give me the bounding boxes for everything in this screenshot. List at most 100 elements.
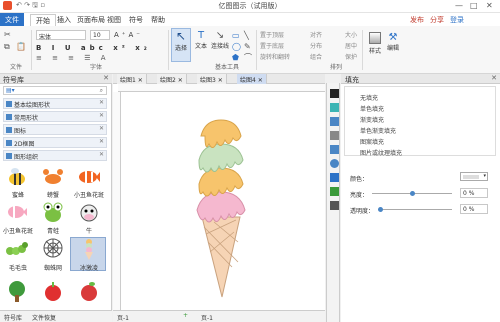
clownfish-icon[interactable] [6, 201, 28, 223]
login-button[interactable]: 登录 [450, 15, 464, 25]
fill-title: 填充 [345, 76, 359, 84]
close-icon[interactable]: ✕ [99, 99, 104, 106]
select-tool-button[interactable]: ↖ 选择 [171, 28, 191, 62]
protect-button[interactable]: 保护 [345, 52, 357, 61]
maximize-button[interactable]: □ [470, 1, 478, 10]
font-name-select[interactable]: 宋体 [36, 30, 86, 41]
align-button[interactable]: 对齐 [310, 30, 322, 39]
menu-view[interactable]: 视图 [102, 14, 126, 26]
close-icon[interactable]: ✕ [99, 151, 104, 158]
bee-icon[interactable] [6, 166, 28, 188]
fill-option-gradient[interactable]: 渐变填充 [360, 115, 384, 124]
add-page-icon[interactable]: + [183, 312, 188, 319]
slider-handle[interactable] [410, 191, 415, 196]
frog-icon[interactable] [42, 201, 64, 223]
properties-icon[interactable] [330, 173, 339, 182]
edit-button[interactable]: ⚒ 编辑 [385, 32, 401, 60]
apple-icon[interactable] [78, 280, 100, 302]
text-format-buttons[interactable]: B I U abc x² x₂ [36, 44, 151, 52]
cow-icon[interactable] [78, 201, 100, 223]
minimize-button[interactable]: — [455, 1, 463, 10]
line-tools[interactable]: ╲ ✎ ⌒ [244, 30, 252, 63]
shadow-icon[interactable] [330, 131, 339, 140]
rotate-flip-button[interactable]: 旋转和翻转 [260, 52, 290, 61]
apple-icon[interactable] [42, 280, 64, 302]
shape-tools[interactable]: ▭ ◯ ⬟ [232, 30, 241, 63]
fill-option-none[interactable]: 无填充 [360, 93, 378, 102]
brightness-slider[interactable] [372, 191, 452, 196]
image-icon[interactable] [330, 117, 339, 126]
close-icon[interactable]: ✕ [99, 112, 104, 119]
font-size-buttons[interactable]: A⁺A⁻ [114, 31, 143, 39]
copy-icon[interactable]: ⧉ [4, 42, 10, 52]
clownfish-icon[interactable] [78, 166, 100, 188]
fill-option-single-gradient[interactable]: 单色渐变填充 [360, 126, 396, 135]
fill-option-solid[interactable]: 单色填充 [360, 104, 384, 113]
tab-drawing-3[interactable]: 绘图3 ✕ [197, 74, 227, 84]
layer-icon[interactable] [330, 159, 339, 168]
transparency-slider[interactable] [378, 207, 452, 212]
text-tool-button[interactable]: T 文本 [193, 30, 209, 60]
drawing-page[interactable] [122, 92, 322, 310]
ice-cream-drawing[interactable] [122, 92, 322, 310]
close-icon[interactable]: ✕ [99, 125, 104, 132]
fill-close-icon[interactable]: ✕ [491, 74, 497, 82]
distribute-button[interactable]: 分布 [310, 41, 322, 50]
send-back-button[interactable]: 置于底层 [260, 41, 284, 50]
spiderweb-icon[interactable] [42, 237, 64, 259]
cut-icon[interactable]: ✂ [4, 30, 11, 39]
share-button[interactable]: 分享 [430, 15, 444, 25]
library-item[interactable]: 基本绘图形状 ✕ [3, 98, 107, 109]
library-search-input[interactable]: ▤▾ ⌕ [3, 86, 107, 95]
fill-icon[interactable] [330, 89, 339, 98]
crab-icon[interactable] [42, 166, 64, 188]
style-button[interactable]: 样式 [367, 32, 383, 60]
slider-handle[interactable] [378, 207, 383, 212]
tree-icon[interactable] [6, 280, 28, 302]
center-button[interactable]: 居中 [345, 41, 357, 50]
ice-cream-icon [85, 239, 93, 260]
color-picker[interactable]: ▾ [460, 172, 488, 181]
comment-icon[interactable] [330, 201, 339, 210]
page-selector[interactable]: 页-1 [117, 313, 129, 322]
ribbon-separator [256, 30, 257, 70]
tab-drawing-4[interactable]: 绘图4 ✕ [237, 74, 267, 84]
fill-option-pattern[interactable]: 图案填充 [360, 137, 384, 146]
data-icon[interactable] [330, 187, 339, 196]
file-menu-button[interactable]: 文件 [0, 13, 24, 26]
caterpillar-icon[interactable] [6, 237, 28, 259]
select-label: 选择 [174, 45, 187, 52]
tab-file-recovery[interactable]: 文件恢复 [32, 313, 56, 322]
font-size-select[interactable]: 10 [90, 30, 110, 40]
align-buttons[interactable]: ≡ ≡ ≡ ☰ A [36, 54, 110, 62]
library-item[interactable]: 图标 ✕ [3, 124, 107, 135]
library-item[interactable]: 常用形状 ✕ [3, 111, 107, 122]
horizontal-ruler [118, 84, 325, 92]
tab-drawing-2[interactable]: 绘图2 ✕ [157, 74, 187, 84]
symbol-label: 青蛙 [46, 228, 59, 235]
close-icon[interactable]: ✕ [99, 138, 104, 145]
line-icon[interactable] [330, 103, 339, 112]
menu-help[interactable]: 帮助 [146, 14, 170, 26]
fill-option-picture[interactable]: 图片或纹理填充 [360, 148, 402, 157]
tab-symbol-library[interactable]: 符号库 [4, 313, 22, 322]
library-item[interactable]: 2D框图 ✕ [3, 137, 107, 148]
paste-icon[interactable]: 📋 [16, 42, 26, 51]
transparency-input[interactable]: 0 % [460, 204, 488, 214]
menu-symbols[interactable]: 符号 [124, 14, 148, 26]
publish-button[interactable]: 发布 [410, 15, 424, 25]
library-item[interactable]: 图形组织 ✕ [3, 150, 107, 161]
brightness-input[interactable]: 0 % [460, 188, 488, 198]
group-button[interactable]: 组合 [310, 52, 322, 61]
tab-drawing-1[interactable]: 绘图1 ✕ [117, 74, 147, 84]
close-button[interactable]: ✕ [486, 1, 493, 10]
symbol-ice-cream-selected[interactable]: 冰激凌 [70, 237, 106, 272]
size-button[interactable]: 大小 [345, 30, 357, 39]
bring-front-button[interactable]: 置于顶层 [260, 30, 284, 39]
connector-tool-button[interactable]: ↘ 连接线 [210, 30, 230, 60]
page-tab[interactable]: 页-1 [201, 313, 213, 322]
library-close-icon[interactable]: ✕ [103, 74, 109, 82]
page-icon[interactable] [330, 145, 339, 154]
chevron-down-icon: ▾ [483, 173, 486, 179]
transparency-label: 透明度： [350, 208, 375, 215]
